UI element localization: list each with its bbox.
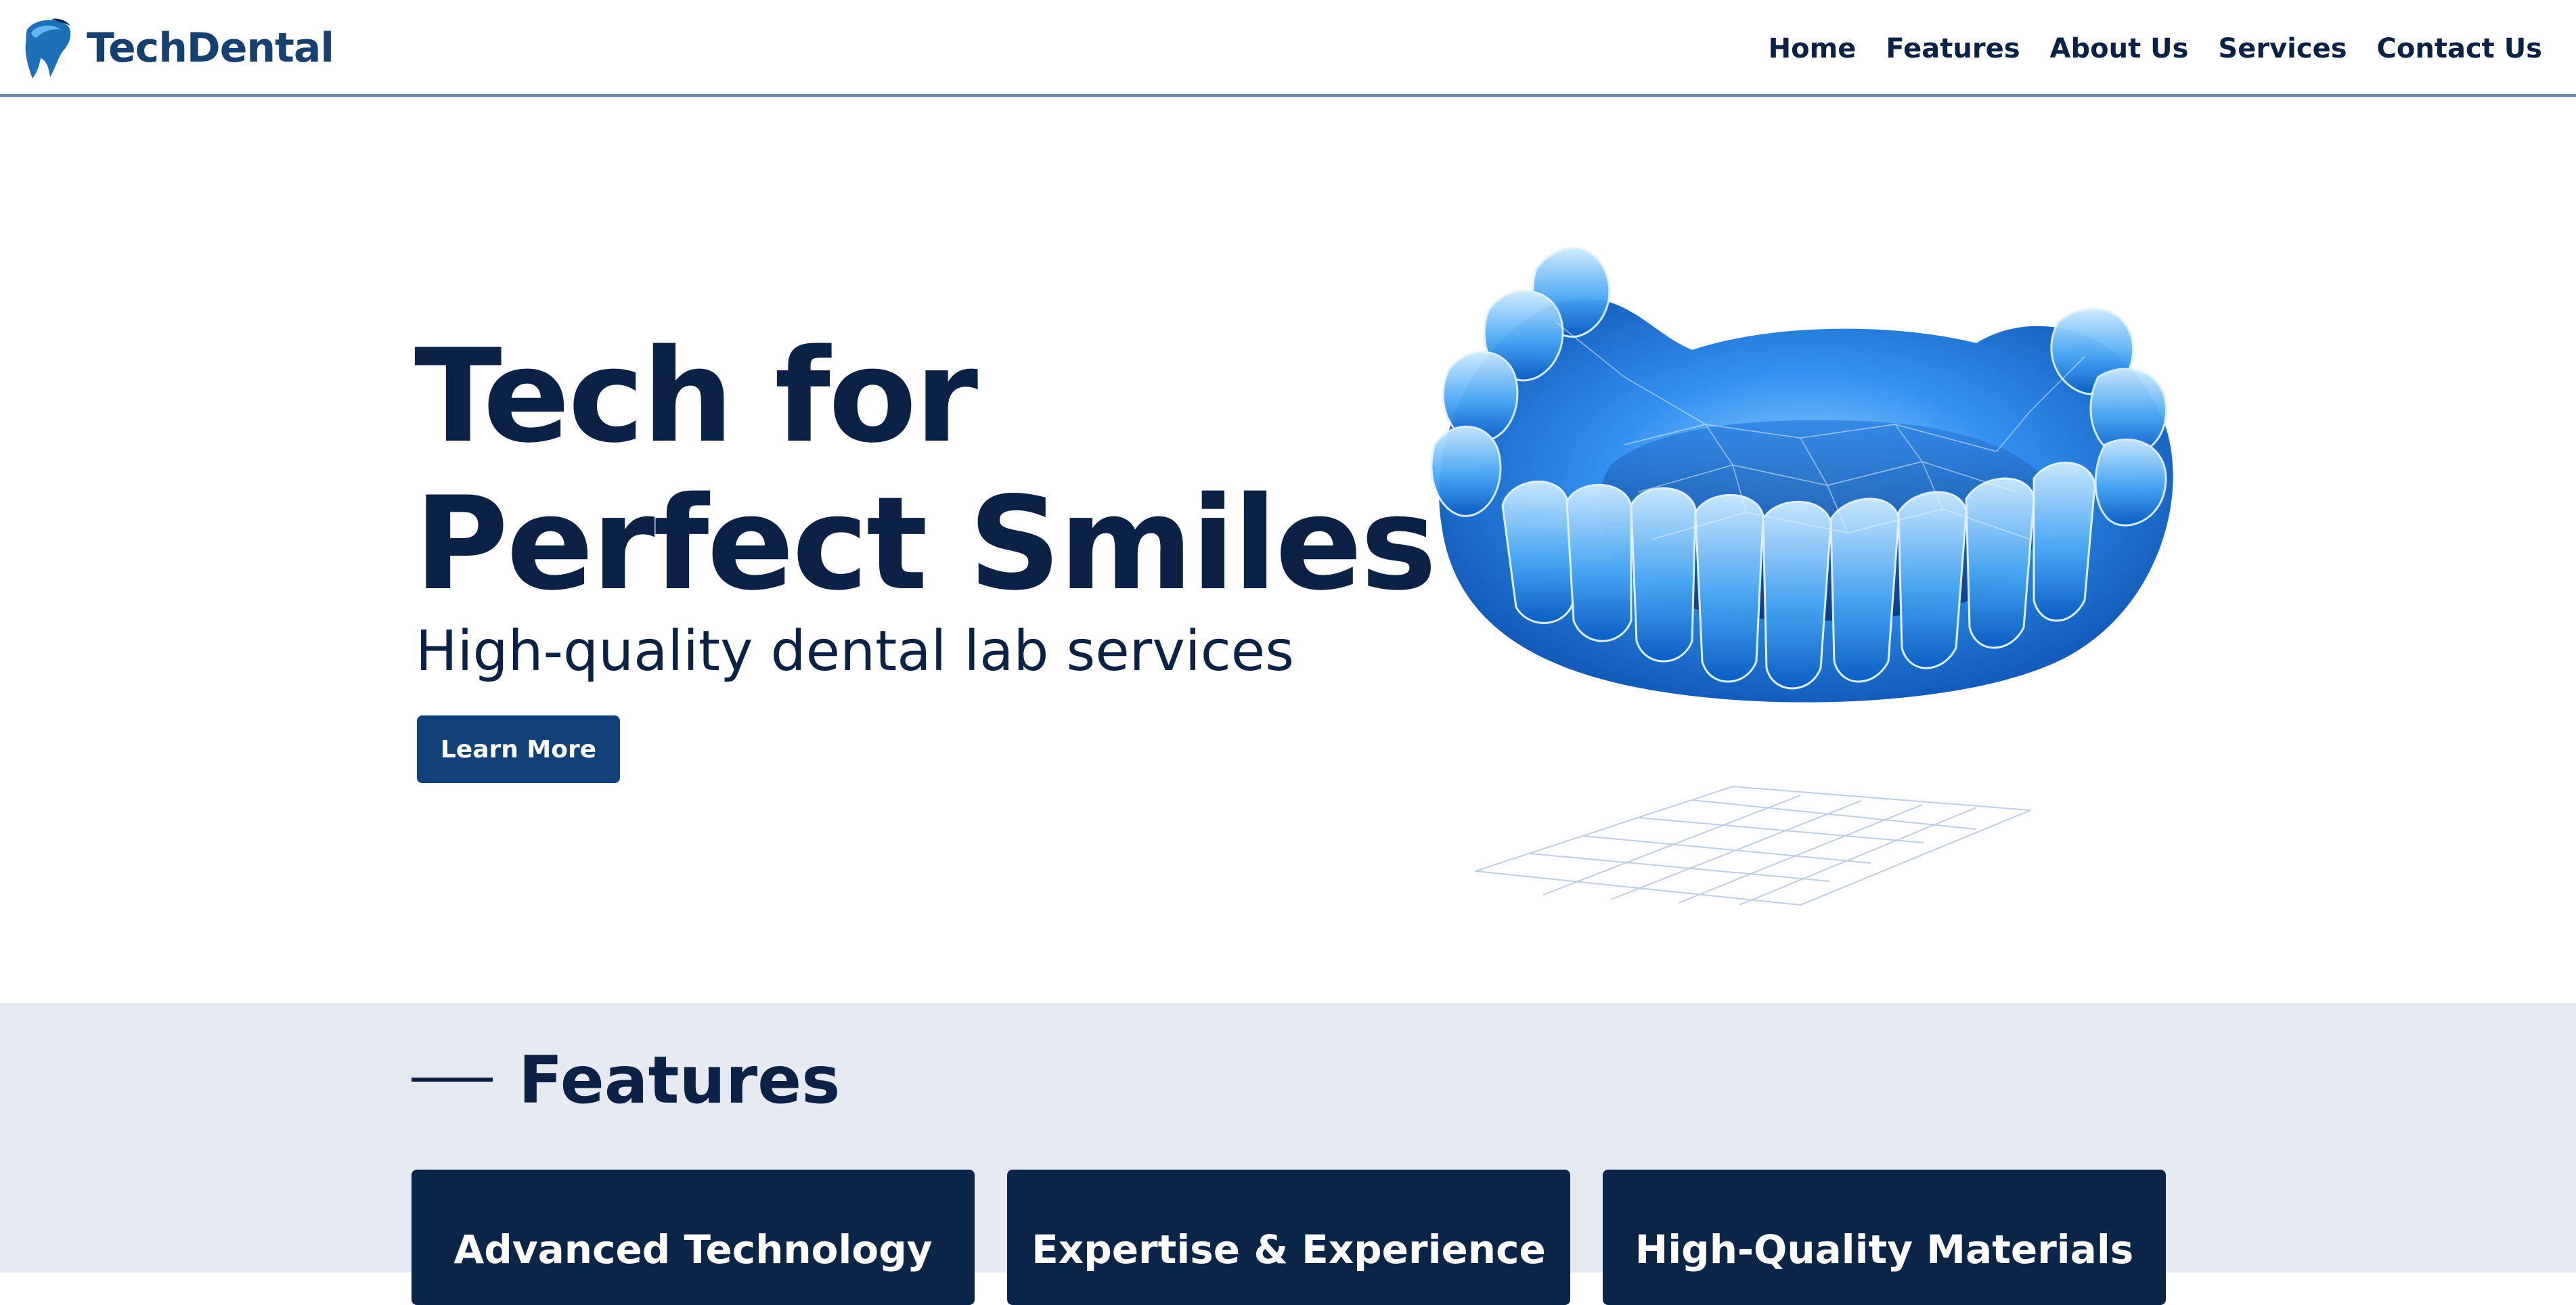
feature-card-advanced-technology[interactable]: Advanced Technology [412,1170,975,1305]
feature-card-expertise-experience[interactable]: Expertise & Experience [1007,1170,1570,1305]
hero-title-line-2: Perfect Smiles [414,469,1437,619]
hero-section: Tech for Perfect Smiles High-quality den… [0,99,2576,1003]
nav-link-services[interactable]: Services [2218,33,2347,64]
nav-link-contact-us[interactable]: Contact Us [2377,33,2542,64]
hero-subtitle: High-quality dental lab services [416,619,1294,684]
features-heading: Features [518,1042,841,1118]
learn-more-button[interactable]: Learn More [417,715,620,783]
feature-card-title: Advanced Technology [453,1226,933,1273]
3d-dental-model-image [1430,247,2173,906]
hero-title-line-1: Tech for [414,322,978,471]
nav-link-home[interactable]: Home [1769,33,1857,64]
brand-name: TechDental [87,24,334,72]
floor-grid [1475,785,2031,906]
features-heading-rule [412,1078,493,1082]
navbar: TechDental Home Features About Us Servic… [0,0,2576,97]
feature-card-high-quality-materials[interactable]: High-Quality Materials [1603,1170,2166,1305]
hero-title: Tech for Perfect Smiles [414,322,1437,619]
feature-card-title: Expertise & Experience [1031,1226,1546,1273]
nav-link-about-us[interactable]: About Us [2050,33,2189,64]
feature-card-title: High-Quality Materials [1635,1226,2134,1273]
nav-link-features[interactable]: Features [1886,33,2020,64]
nav-menu: Home Features About Us Services Contact … [1739,0,2542,97]
features-section: Features Advanced Technology Expertise &… [0,1003,2576,1305]
tooth-logo-icon [25,18,71,79]
brand[interactable]: TechDental [18,16,334,80]
